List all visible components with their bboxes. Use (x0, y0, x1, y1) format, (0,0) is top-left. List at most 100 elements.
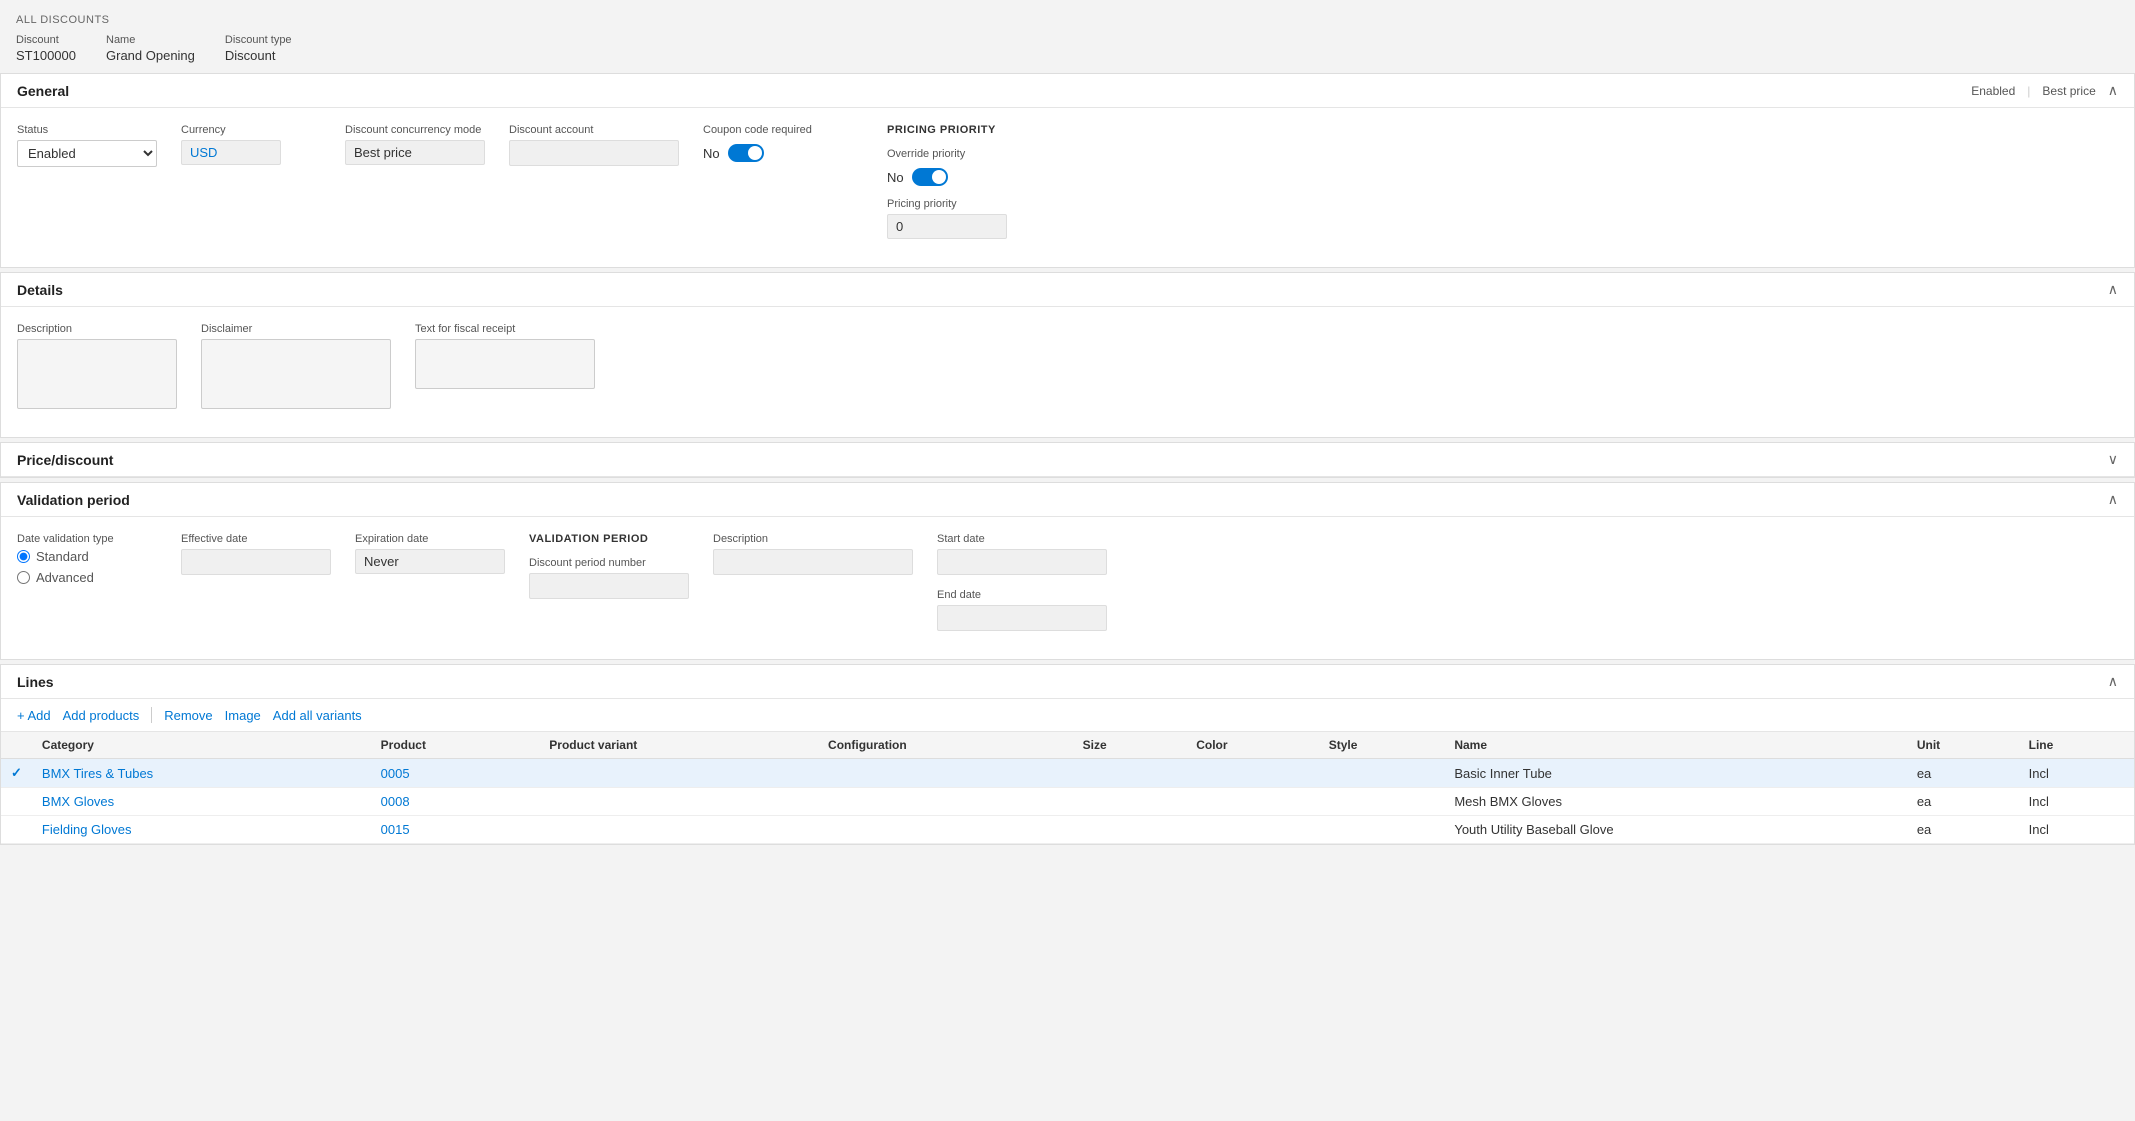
end-date-value (937, 605, 1107, 631)
row-product-variant (539, 788, 818, 816)
description-textarea[interactable] (17, 339, 177, 409)
row-product[interactable]: 0005 (371, 759, 540, 788)
account-label: Discount account (509, 124, 679, 136)
pricing-priority-title: PRICING PRIORITY (887, 124, 1027, 136)
col-product[interactable]: Product (371, 732, 540, 759)
fiscal-label: Text for fiscal receipt (415, 323, 595, 335)
col-color[interactable]: Color (1186, 732, 1318, 759)
discount-period-label: Discount period number (529, 557, 689, 569)
row-name: Basic Inner Tube (1444, 759, 1906, 788)
discount-type-label: Discount type (225, 34, 292, 46)
disclaimer-field: Disclaimer (201, 323, 391, 409)
table-header-row: Category Product Product variant Configu… (1, 732, 2134, 759)
validation-period-sub: VALIDATION PERIOD Discount period number (529, 533, 689, 631)
coupon-label: Coupon code required (703, 124, 843, 136)
add-products-button[interactable]: Add products (63, 708, 140, 723)
row-color (1186, 759, 1318, 788)
effective-date-field: Effective date (181, 533, 331, 631)
effective-date-label: Effective date (181, 533, 331, 545)
coupon-toggle[interactable] (728, 144, 764, 162)
details-form-row: Description Disclaimer Text for fiscal r… (17, 323, 2118, 409)
date-validation-label: Date validation type (17, 533, 157, 545)
price-discount-chevron-icon: ∨ (2108, 451, 2118, 468)
override-priority-toggle[interactable] (912, 168, 948, 186)
override-priority-wrap: No (887, 168, 1027, 186)
name-field: Name Grand Opening (106, 34, 195, 63)
details-section-header[interactable]: Details ∧ (1, 273, 2134, 307)
table-row[interactable]: ✓ BMX Tires & Tubes 0005 Basic Inner Tub… (1, 759, 2134, 788)
col-style[interactable]: Style (1319, 732, 1445, 759)
advanced-radio-label[interactable]: Advanced (17, 570, 157, 585)
add-button[interactable]: + Add (17, 708, 51, 723)
general-section: General Enabled | Best price ∧ Status En… (0, 73, 2135, 268)
col-size[interactable]: Size (1073, 732, 1187, 759)
row-unit: ea (1907, 759, 2019, 788)
header-section: Discount ST100000 Name Grand Opening Dis… (0, 28, 2135, 73)
discount-period-value (529, 573, 689, 599)
general-meta-price: Best price (2042, 84, 2095, 98)
details-body: Description Disclaimer Text for fiscal r… (1, 307, 2134, 437)
description-field: Description (17, 323, 177, 409)
breadcrumb: ALL DISCOUNTS (0, 10, 2135, 28)
status-select[interactable]: Enabled Disabled (17, 140, 157, 167)
account-value (509, 140, 679, 166)
standard-radio-label[interactable]: Standard (17, 549, 157, 564)
row-category[interactable]: BMX Gloves (32, 788, 371, 816)
validation-chevron-icon: ∧ (2108, 491, 2118, 508)
lines-title: Lines (17, 674, 54, 690)
details-title: Details (17, 282, 63, 298)
advanced-radio[interactable] (17, 571, 30, 584)
coupon-field: Coupon code required No (703, 124, 843, 239)
pricing-priority-label: Pricing priority (887, 198, 1027, 210)
price-discount-header[interactable]: Price/discount ∨ (1, 443, 2134, 477)
account-field: Discount account (509, 124, 679, 239)
row-product[interactable]: 0015 (371, 816, 540, 844)
col-line[interactable]: Line (2019, 732, 2134, 759)
details-section: Details ∧ Description Disclaimer Text fo… (0, 272, 2135, 438)
col-name[interactable]: Name (1444, 732, 1906, 759)
general-chevron-icon: ∧ (2108, 82, 2118, 99)
validation-description-value (713, 549, 913, 575)
validation-period-title: VALIDATION PERIOD (529, 533, 689, 545)
disclaimer-label: Disclaimer (201, 323, 391, 335)
lines-chevron-icon: ∧ (2108, 673, 2118, 690)
validation-form-row: Date validation type Standard Advanced (17, 533, 2118, 631)
general-meta-status: Enabled (1971, 84, 2015, 98)
col-configuration[interactable]: Configuration (818, 732, 1073, 759)
image-button[interactable]: Image (225, 708, 261, 723)
date-validation-radio-group: Standard Advanced (17, 549, 157, 585)
details-chevron-icon: ∧ (2108, 281, 2118, 298)
concurrency-value: Best price (345, 140, 485, 165)
currency-field: Currency USD (181, 124, 321, 239)
col-product-variant[interactable]: Product variant (539, 732, 818, 759)
row-line: Incl (2019, 816, 2134, 844)
lines-section: Lines ∧ + Add Add products Remove Image … (0, 664, 2135, 845)
start-date-label: Start date (937, 533, 1107, 545)
validation-section-header[interactable]: Validation period ∧ (1, 483, 2134, 517)
col-unit[interactable]: Unit (1907, 732, 2019, 759)
price-discount-title: Price/discount (17, 452, 113, 468)
row-product[interactable]: 0008 (371, 788, 540, 816)
expiration-date-field: Expiration date Never (355, 533, 505, 631)
remove-button[interactable]: Remove (164, 708, 212, 723)
table-row[interactable]: Fielding Gloves 0015 Youth Utility Baseb… (1, 816, 2134, 844)
lines-section-header[interactable]: Lines ∧ (1, 665, 2134, 699)
page-wrapper: ALL DISCOUNTS Discount ST100000 Name Gra… (0, 0, 2135, 1121)
disclaimer-textarea[interactable] (201, 339, 391, 409)
concurrency-label: Discount concurrency mode (345, 124, 485, 136)
row-category[interactable]: Fielding Gloves (32, 816, 371, 844)
row-style (1319, 816, 1445, 844)
fiscal-textarea[interactable] (415, 339, 595, 389)
general-meta: Enabled | Best price ∧ (1971, 82, 2118, 99)
start-end-dates-field: Start date End date (937, 533, 1107, 631)
table-row[interactable]: BMX Gloves 0008 Mesh BMX Gloves ea Incl (1, 788, 2134, 816)
standard-radio[interactable] (17, 550, 30, 563)
general-section-header[interactable]: General Enabled | Best price ∧ (1, 74, 2134, 108)
row-color (1186, 788, 1318, 816)
col-category[interactable]: Category (32, 732, 371, 759)
name-label: Name (106, 34, 195, 46)
row-category[interactable]: BMX Tires & Tubes (32, 759, 371, 788)
row-product-variant (539, 759, 818, 788)
add-all-variants-button[interactable]: Add all variants (273, 708, 362, 723)
discount-type-value: Discount (225, 48, 292, 63)
